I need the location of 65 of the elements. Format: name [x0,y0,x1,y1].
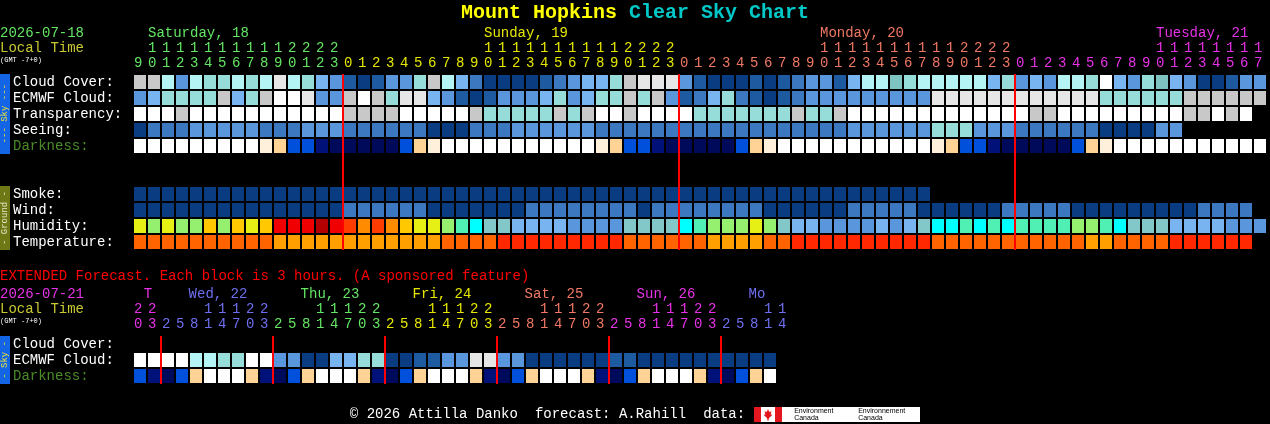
hour-ones-digits: 901234567890123 [134,56,344,71]
section-tab-label: - Sky - [0,341,10,379]
day-label: Sunday, 19 [484,26,568,41]
local-time-label: Local Time [0,302,84,317]
row-label: Seeing: [13,122,72,138]
hour-tens-digits: 11122 [540,302,610,317]
midnight-line [496,336,498,384]
hour-ones-digits: 03 [134,317,162,332]
section-tab-label: --- Sky --- [0,84,10,144]
forecast-credit: forecast: A.Rahill [534,406,687,422]
hour-tens-digits: 11122 [316,302,386,317]
hour-tens-digits: 11111111112222 [820,41,1016,56]
hour-tens-digits: 11122 [204,302,274,317]
hour-ones-digits: 012345678901234567890123 [344,56,680,71]
hour-ones-digits: 25814703 [498,317,610,332]
hour-ones-digits: 25814703 [610,317,722,332]
row-label: ECMWF Cloud: [13,90,114,106]
day-label: Sat, 25 [524,287,584,302]
forecast-date: 2026-07-18 [0,26,84,41]
hour-ones-digits: 25814703 [386,317,498,332]
hour-tens-digits: 11111111 [1156,41,1268,56]
day-label: Wed, 22 [188,287,248,302]
data-credit: data: [703,406,746,422]
midnight-line [720,336,722,384]
day-label: Monday, 20 [820,26,904,41]
hour-tens-digits: 11122 [428,302,498,317]
hour-tens-digits: 11111111112222 [148,41,344,56]
canada-flag-icon [754,406,783,422]
midnight-line [384,336,386,384]
day-label: Mo [748,287,766,302]
hour-tens-digits: 11 [764,302,792,317]
copyright-text: © 2026 Attilla Danko [349,406,518,422]
row-label: Humidity: [13,218,89,234]
hour-tens-digits: 11111111112222 [484,41,680,56]
day-label: Fri, 24 [412,287,472,302]
hour-ones-digits: 012345678901234567890123 [680,56,1016,71]
local-time-label: Local Time [0,41,84,56]
row-label: Darkness: [13,138,89,154]
hour-tens-digits: 11122 [652,302,722,317]
chart-title: Clear Sky Chart [629,1,810,25]
midnight-line [160,336,162,384]
forecast-date: 2026-07-21 [0,287,84,302]
row-label: Cloud Cover: [13,74,114,90]
section-tab-label: - Ground - [0,191,10,245]
row-label: Transparency: [13,106,123,122]
row-label: Wind: [13,202,55,218]
extended-forecast-note: EXTENDED Forecast. Each block is 3 hours. (A sponsored feature) [0,268,530,284]
midnight-line [608,336,610,384]
day-label: Saturday, 18 [148,26,249,41]
row-label: Smoke: [13,186,64,202]
day-label: Sun, 26 [636,287,696,302]
day-label: T [143,287,153,302]
site-title: Mount Hopkins [460,1,617,25]
hour-tens-digits: 22 [134,302,162,317]
hour-ones-digits: 25814 [722,317,792,332]
day-label: Thu, 23 [300,287,360,302]
row-label: Darkness: [13,368,89,384]
row-label: Temperature: [13,234,114,250]
hour-ones-digits: 012345678901234567 [1016,56,1268,71]
day-label: Tuesday, 21 [1156,26,1249,41]
midnight-line [272,336,274,384]
row-label: Cloud Cover: [13,336,114,352]
hour-ones-digits: 25814703 [274,317,386,332]
row-label: ECMWF Cloud: [13,352,114,368]
hour-ones-digits: 25814703 [162,317,274,332]
